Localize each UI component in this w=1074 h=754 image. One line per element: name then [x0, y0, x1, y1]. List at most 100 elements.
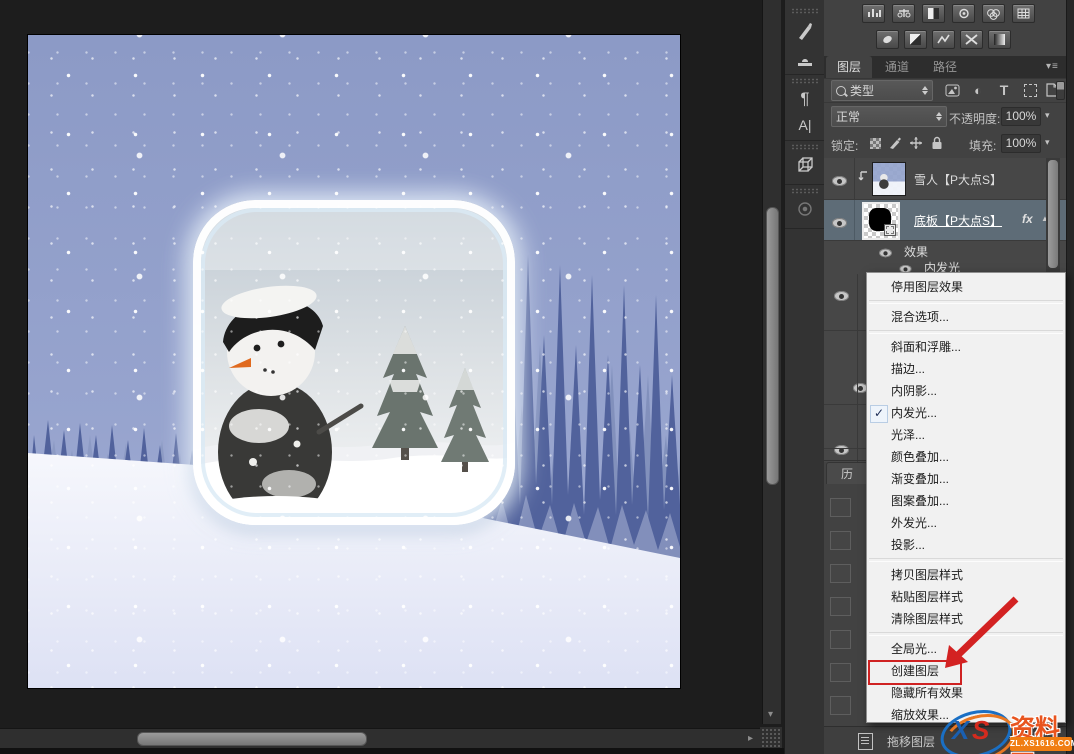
- layer-row-snowman[interactable]: 雪人【P大点S】: [824, 158, 1066, 200]
- adjustment-photo-filter-icon[interactable]: [876, 30, 899, 49]
- menu-item-global-light[interactable]: 全局光...: [867, 638, 1065, 660]
- tab-channels[interactable]: 通道: [874, 56, 920, 78]
- opacity-value[interactable]: 100%: [1001, 107, 1041, 126]
- menu-item-gradient-overlay[interactable]: 渐变叠加...: [867, 468, 1065, 490]
- visibility-eye-icon[interactable]: [834, 291, 849, 301]
- scroll-down-arrow-icon[interactable]: ▾: [768, 710, 773, 720]
- adjustment-black-white-icon[interactable]: [1012, 4, 1035, 23]
- lock-position-icon[interactable]: [907, 135, 925, 151]
- menu-item-color-overlay[interactable]: 颜色叠加...: [867, 446, 1065, 468]
- opacity-dropdown-icon[interactable]: ▾: [1045, 110, 1050, 121]
- tab-paths[interactable]: 路径: [922, 56, 968, 78]
- layer-row-base-plate[interactable]: 底板【P大点S】 fx ▲: [824, 200, 1066, 241]
- checkmark-icon: ✓: [870, 405, 888, 423]
- menu-item-inner-shadow[interactable]: 内阴影...: [867, 380, 1065, 402]
- adjustment-color-balance-icon[interactable]: [892, 4, 915, 23]
- layer-thumbnail-snowman[interactable]: [872, 162, 906, 196]
- adjustment-brightness-contrast-icon[interactable]: [922, 4, 945, 23]
- dock-grip[interactable]: [791, 144, 819, 150]
- lock-image-pixels-icon[interactable]: [886, 135, 904, 151]
- vertical-scrollbar-thumb[interactable]: [766, 207, 779, 485]
- dock-grip[interactable]: [791, 78, 819, 84]
- layer-style-context-menu: 停用图层效果 混合选项... 斜面和浮雕... 描边... 内阴影... ✓ 内…: [866, 272, 1066, 723]
- menu-item-disable-layer-effects[interactable]: 停用图层效果: [867, 276, 1065, 298]
- menu-item-create-layer[interactable]: 创建图层: [867, 660, 1065, 682]
- history-state-box[interactable]: [830, 498, 851, 517]
- paragraph-panel-icon[interactable]: ¶: [789, 86, 821, 112]
- horizontal-scrollbar-thumb[interactable]: [137, 732, 367, 746]
- layers-panel-scrollbar[interactable]: [1046, 158, 1060, 274]
- clone-source-icon[interactable]: [789, 46, 821, 72]
- fill-value[interactable]: 100%: [1001, 134, 1041, 153]
- fill-dropdown-icon[interactable]: ▾: [1045, 137, 1050, 148]
- filter-adjustment-layers-icon[interactable]: ◐: [968, 81, 988, 99]
- character-panel-icon[interactable]: A|: [789, 112, 821, 138]
- vector-mask-badge: [884, 224, 896, 236]
- menu-item-satin[interactable]: 光泽...: [867, 424, 1065, 446]
- canvas-vertical-scrollbar[interactable]: ▾: [762, 0, 781, 724]
- history-state-box[interactable]: [830, 564, 851, 583]
- adjustment-curves-icon[interactable]: [932, 30, 955, 49]
- menu-item-copy-layer-style[interactable]: 拷贝图层样式: [867, 564, 1065, 586]
- filter-shape-layers-icon[interactable]: [1020, 81, 1040, 99]
- history-state-box[interactable]: [830, 531, 851, 550]
- photoshop-window: ▾ ▸ ¶ A|: [0, 0, 1074, 754]
- combo-arrows-icon: [936, 112, 942, 121]
- canvas-horizontal-scrollbar[interactable]: ▸: [0, 728, 762, 748]
- dock-grip[interactable]: [791, 8, 819, 14]
- filtering-toggle[interactable]: [1056, 81, 1065, 100]
- menu-item-bevel-emboss[interactable]: 斜面和浮雕...: [867, 336, 1065, 358]
- motion-panel-icon[interactable]: [789, 196, 821, 222]
- filter-type-dropdown[interactable]: 类型: [831, 80, 933, 101]
- brush-presets-icon[interactable]: [789, 18, 821, 44]
- menu-item-pattern-overlay[interactable]: 图案叠加...: [867, 490, 1065, 512]
- menu-item-paste-layer-style[interactable]: 粘贴图层样式: [867, 586, 1065, 608]
- visibility-eye-icon[interactable]: [879, 249, 892, 258]
- filter-pixel-layers-icon[interactable]: [942, 81, 962, 99]
- layers-panel-scrollbar-thumb[interactable]: [1048, 160, 1058, 268]
- menu-item-blending-options[interactable]: 混合选项...: [867, 306, 1065, 328]
- scroll-right-arrow-icon[interactable]: ▸: [748, 734, 753, 744]
- window-resize-grip[interactable]: [760, 727, 782, 748]
- history-state-box[interactable]: [830, 663, 851, 682]
- menu-item-drop-shadow[interactable]: 投影...: [867, 534, 1065, 556]
- lock-transparent-pixels-icon[interactable]: [866, 135, 884, 151]
- menu-item-outer-glow[interactable]: 外发光...: [867, 512, 1065, 534]
- adjustment-gradient-map-icon[interactable]: [988, 30, 1011, 49]
- layer-name[interactable]: 雪人【P大点S】: [914, 171, 1002, 188]
- dock-grip[interactable]: [791, 188, 819, 194]
- history-state-box[interactable]: [830, 630, 851, 649]
- history-state-box[interactable]: [830, 696, 851, 715]
- adjustment-levels-icon[interactable]: [862, 4, 885, 23]
- blend-mode-dropdown[interactable]: 正常: [831, 106, 947, 127]
- tab-layers[interactable]: 图层: [826, 56, 872, 78]
- adjustment-channel-mixer-icon[interactable]: [904, 30, 927, 49]
- adjustments-panel: [824, 0, 1066, 57]
- adjustment-exposure-icon[interactable]: [952, 4, 975, 23]
- visibility-eye-icon[interactable]: [832, 218, 847, 228]
- menu-item-stroke[interactable]: 描边...: [867, 358, 1065, 380]
- menu-item-clear-layer-style[interactable]: 清除图层样式: [867, 608, 1065, 630]
- history-state-box[interactable]: [830, 597, 851, 616]
- 3d-panel-icon[interactable]: [789, 152, 821, 178]
- lock-all-icon[interactable]: [928, 135, 946, 151]
- layer-thumbnail-base-plate[interactable]: [862, 202, 900, 240]
- menu-item-hide-all-effects[interactable]: 隐藏所有效果: [867, 682, 1065, 704]
- watermark: X S 资料网 ZL.XS1616.COM: [938, 703, 1074, 754]
- visibility-eye-icon[interactable]: [832, 176, 847, 186]
- blend-mode-row: 正常 不透明度: 100% ▾: [824, 102, 1066, 130]
- visibility-eye-icon[interactable]: [834, 445, 849, 455]
- layer-list: 雪人【P大点S】 底板【P大点S】 fx ▲ 效果: [824, 158, 1066, 274]
- layer-name[interactable]: 底板【P大点S】: [914, 212, 1002, 229]
- adjustment-hue-saturation-icon[interactable]: [982, 4, 1005, 23]
- watermark-logo-s: S: [972, 715, 989, 746]
- fx-badge[interactable]: fx: [1022, 212, 1033, 226]
- tab-history[interactable]: 历: [826, 462, 868, 485]
- menu-item-inner-glow[interactable]: ✓ 内发光...: [867, 402, 1065, 424]
- panel-menu-icon[interactable]: ▾≡: [1046, 61, 1059, 72]
- filter-type-layers-icon[interactable]: T: [994, 81, 1014, 99]
- canvas[interactable]: [28, 35, 680, 688]
- adjustment-invert-icon[interactable]: [960, 30, 983, 49]
- effects-header-row[interactable]: 效果: [824, 241, 1066, 259]
- panel-dock: ¶ A|: [784, 0, 826, 754]
